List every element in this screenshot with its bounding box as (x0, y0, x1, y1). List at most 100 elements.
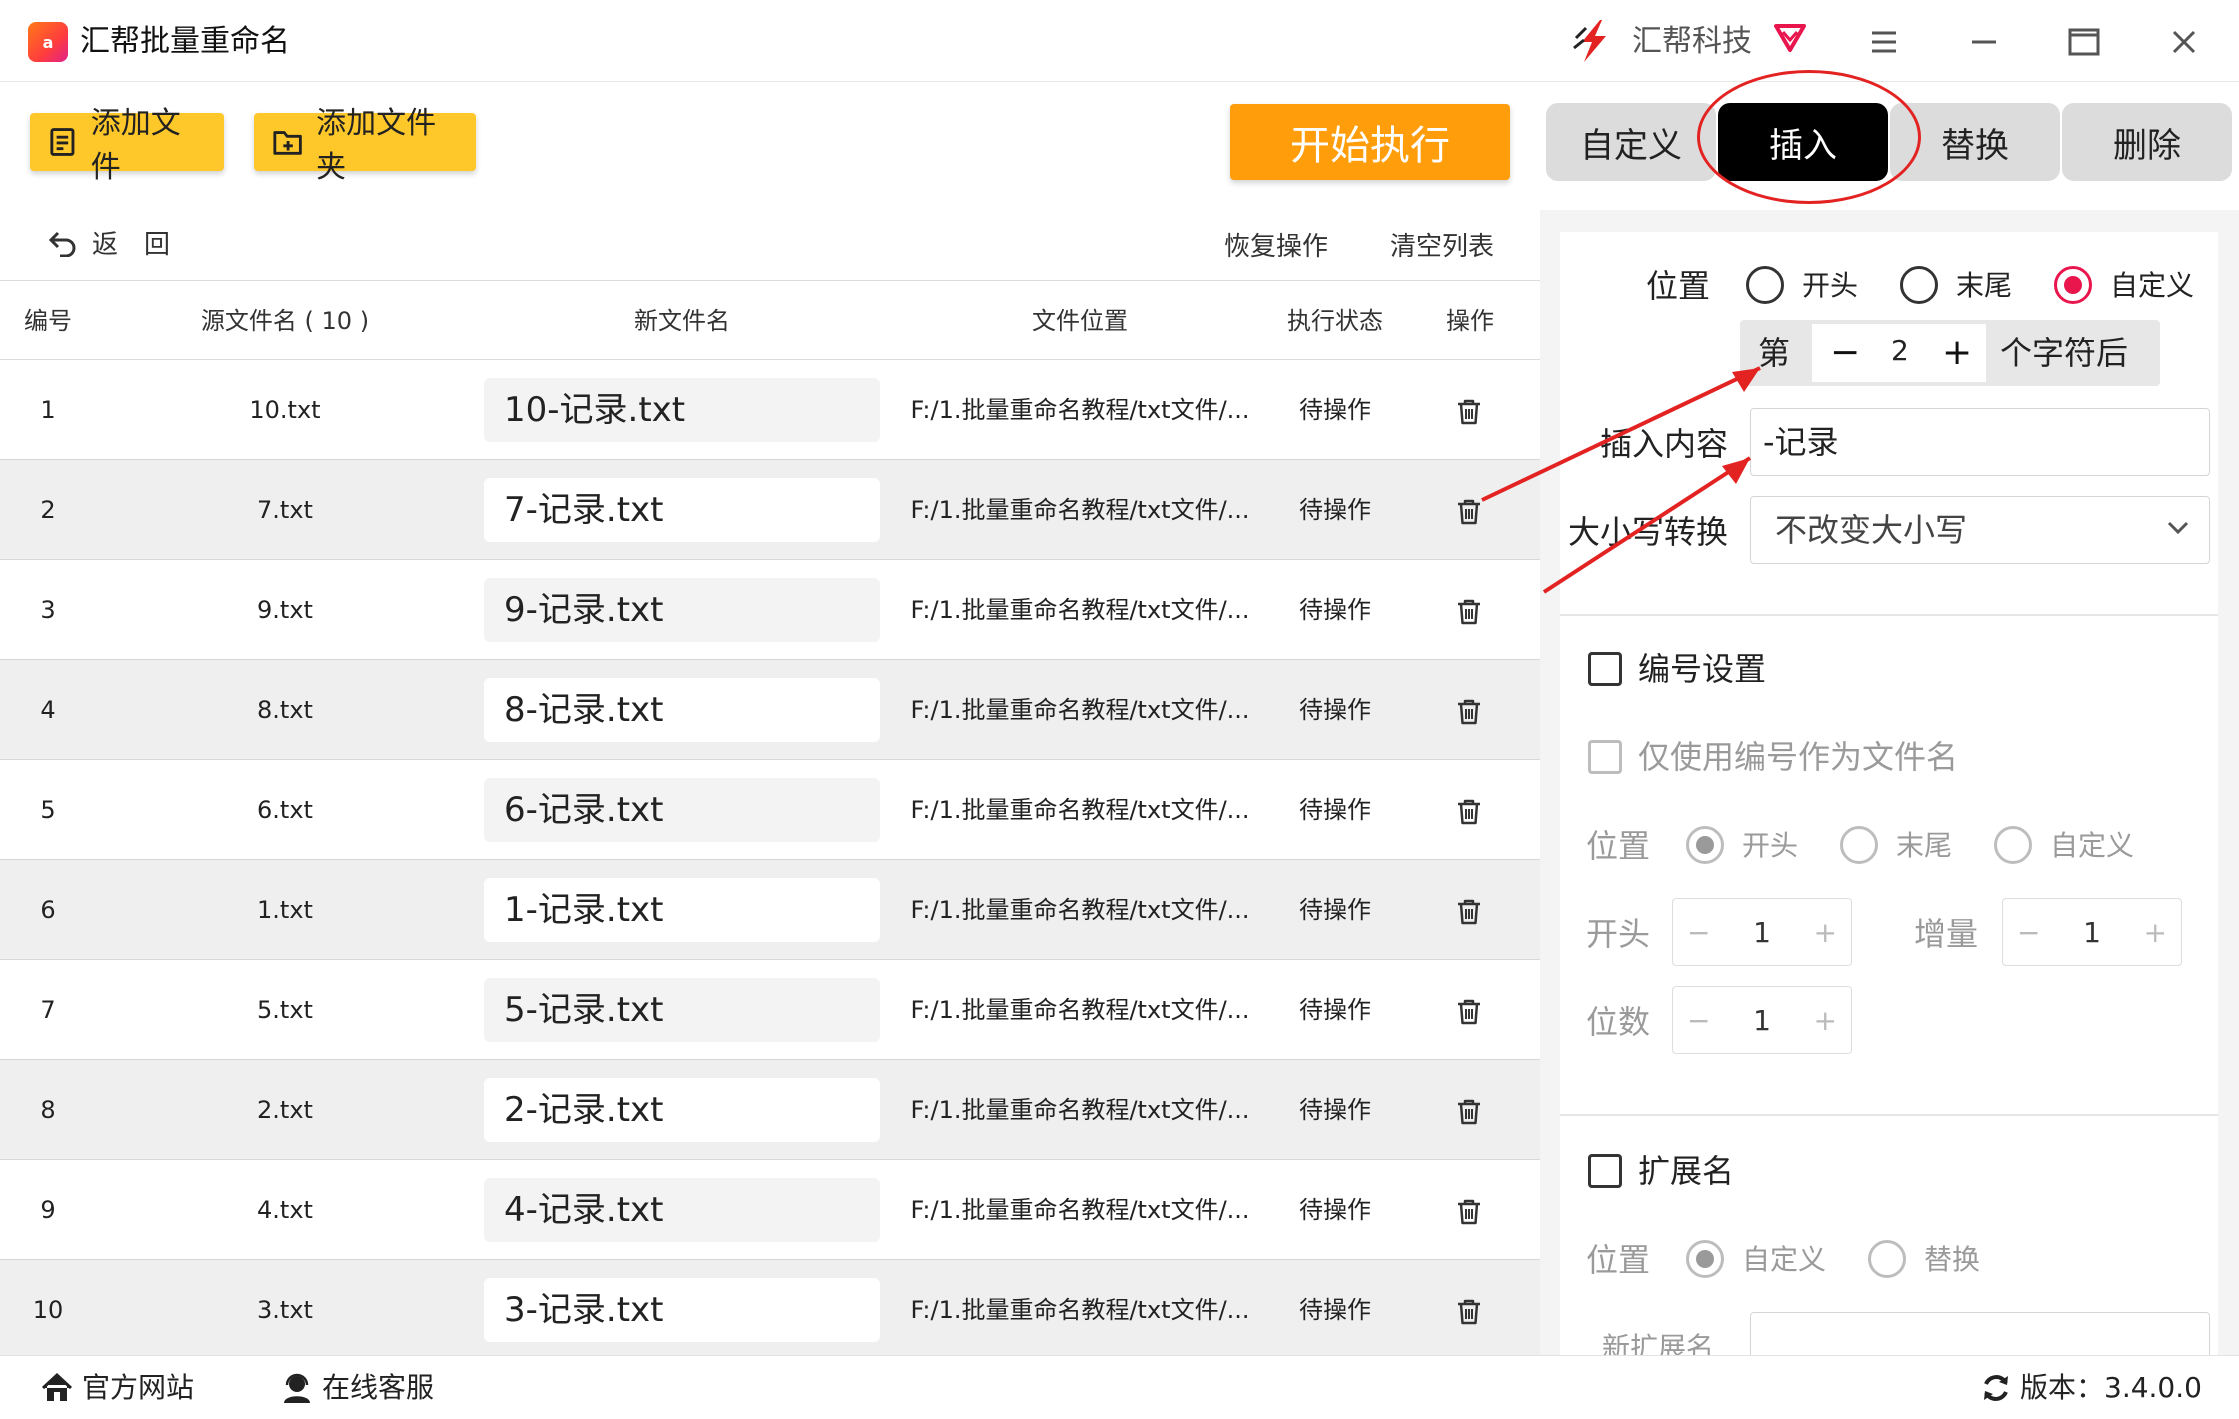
table-row[interactable]: 10 3.txt 3-记录.txt F:/1.批量重命名教程/txt文件/... 待操作 (0, 1260, 1540, 1360)
brand-name: 汇帮科技 (1632, 24, 1752, 59)
tab-delete[interactable]: 删除 (2062, 103, 2232, 181)
numbering-start-stepper[interactable]: − 1 + (1672, 898, 1852, 966)
online-support-link[interactable]: 在线客服 (280, 1368, 434, 1408)
row-new-name[interactable]: 4-记录.txt (484, 1178, 880, 1242)
insert-pos-start-label: 开头 (1802, 269, 1859, 302)
numbering-start-label: 开头 (1586, 915, 1651, 953)
plus-icon[interactable]: + (1814, 1004, 1837, 1037)
trash-icon[interactable] (1455, 1198, 1483, 1226)
trash-icon[interactable] (1455, 1098, 1483, 1126)
table-row[interactable]: 9 4.txt 4-记录.txt F:/1.批量重命名教程/txt文件/... 待操作 (0, 1160, 1540, 1260)
numbering-checkbox[interactable] (1588, 652, 1622, 686)
numbering-digits-stepper[interactable]: − 1 + (1672, 986, 1852, 1054)
row-new-name[interactable]: 8-记录.txt (484, 678, 880, 742)
minus-icon[interactable]: − (1687, 916, 1710, 949)
insert-pos-custom-radio[interactable] (2054, 266, 2092, 304)
case-convert-select[interactable]: 不改变大小写 (1750, 496, 2210, 564)
trash-icon[interactable] (1455, 1298, 1483, 1326)
header-index: 编号 (24, 307, 72, 335)
table-row[interactable]: 3 9.txt 9-记录.txt F:/1.批量重命名教程/txt文件/... 待操作 (0, 560, 1540, 660)
tab-insert[interactable]: 插入 (1718, 103, 1888, 181)
row-new-name[interactable]: 1-记录.txt (484, 878, 880, 942)
row-index: 1 (40, 396, 56, 424)
case-convert-value: 不改变大小写 (1775, 511, 1968, 549)
char-position-decrement[interactable]: − (1830, 331, 1860, 375)
home-icon (41, 1372, 73, 1401)
extension-pos-replace-label: 替换 (1924, 1243, 1981, 1276)
row-new-name[interactable]: 6-记录.txt (484, 778, 880, 842)
only-number-checkbox[interactable] (1588, 740, 1622, 774)
maximize-icon[interactable] (2062, 20, 2106, 64)
trash-icon[interactable] (1455, 998, 1483, 1026)
add-folder-button[interactable]: 添加文件夹 (254, 106, 476, 185)
plus-icon[interactable]: + (2144, 916, 2167, 949)
table-row[interactable]: 5 6.txt 6-记录.txt F:/1.批量重命名教程/txt文件/... 待操作 (0, 760, 1540, 860)
app-logo-icon: a (28, 22, 68, 62)
numbering-pos-end-radio[interactable] (1840, 826, 1878, 864)
version-label: 版本：3.4.0.0 (2020, 1371, 2202, 1404)
start-button[interactable]: 开始执行 (1230, 104, 1510, 180)
minimize-icon[interactable] (1962, 20, 2006, 64)
menu-icon[interactable] (1862, 20, 1906, 64)
minus-icon[interactable]: − (2017, 916, 2040, 949)
row-new-name[interactable]: 2-记录.txt (484, 1078, 880, 1142)
row-location: F:/1.批量重命名教程/txt文件/... (910, 496, 1250, 524)
row-new-name[interactable]: 3-记录.txt (484, 1278, 880, 1342)
row-index: 6 (40, 896, 56, 924)
refresh-icon (1984, 1375, 2008, 1401)
extension-pos-custom-radio[interactable] (1686, 1240, 1724, 1278)
add-file-button[interactable]: 添加文件 (30, 106, 224, 185)
numbering-increment-stepper[interactable]: − 1 + (2002, 898, 2182, 966)
numbering-pos-custom-radio[interactable] (1994, 826, 2032, 864)
table-row[interactable]: 7 5.txt 5-记录.txt F:/1.批量重命名教程/txt文件/... 待操作 (0, 960, 1540, 1060)
row-index: 7 (40, 996, 56, 1024)
table-row[interactable]: 6 1.txt 1-记录.txt F:/1.批量重命名教程/txt文件/... 待操作 (0, 860, 1540, 960)
close-icon[interactable] (2162, 20, 2206, 64)
row-new-name[interactable]: 7-记录.txt (484, 478, 880, 542)
numbering-pos-start-radio[interactable] (1686, 826, 1724, 864)
row-source-name: 1.txt (257, 896, 313, 924)
extension-checkbox[interactable] (1588, 1154, 1622, 1188)
new-extension-input[interactable] (1750, 1312, 2210, 1355)
numbering-digits-value: 1 (1753, 1003, 1771, 1037)
table-row[interactable]: 8 2.txt 2-记录.txt F:/1.批量重命名教程/txt文件/... 待操作 (0, 1060, 1540, 1160)
support-agent-icon (284, 1373, 310, 1403)
numbering-increment-value: 1 (2083, 915, 2101, 949)
new-extension-label: 新扩展名 (1602, 1331, 1715, 1355)
insert-content-input[interactable]: -记录 (1750, 408, 2210, 476)
char-position-increment[interactable]: + (1942, 331, 1972, 375)
numbering-start-value: 1 (1753, 915, 1771, 949)
back-button[interactable]: 返 回 (48, 224, 170, 261)
minus-icon[interactable]: − (1687, 1004, 1710, 1037)
extension-title: 扩展名 (1638, 1152, 1735, 1190)
restore-button[interactable]: 恢复操作 (1224, 226, 1328, 263)
official-website-link[interactable]: 官方网站 (40, 1368, 194, 1408)
vip-diamond-icon[interactable] (1770, 16, 1810, 56)
tab-custom[interactable]: 自定义 (1546, 103, 1716, 181)
row-index: 5 (40, 796, 56, 824)
row-new-name[interactable]: 9-记录.txt (484, 578, 880, 642)
table-row[interactable]: 2 7.txt 7-记录.txt F:/1.批量重命名教程/txt文件/... 待操作 (0, 460, 1540, 560)
clear-list-button[interactable]: 清空列表 (1390, 226, 1494, 263)
version-info[interactable]: 版本：3.4.0.0 (1980, 1368, 2202, 1408)
trash-icon[interactable] (1455, 698, 1483, 726)
insert-pos-end-radio[interactable] (1900, 266, 1938, 304)
insert-pos-start-radio[interactable] (1746, 266, 1784, 304)
extension-pos-replace-radio[interactable] (1868, 1240, 1906, 1278)
row-status: 待操作 (1299, 1096, 1371, 1124)
table-row[interactable]: 4 8.txt 8-记录.txt F:/1.批量重命名教程/txt文件/... 待操作 (0, 660, 1540, 760)
table-row[interactable]: 1 10.txt 10-记录.txt F:/1.批量重命名教程/txt文件/... 待操… (0, 360, 1540, 460)
row-source-name: 2.txt (257, 1096, 313, 1124)
row-index: 10 (32, 1296, 64, 1324)
row-location: F:/1.批量重命名教程/txt文件/... (910, 396, 1250, 424)
row-status: 待操作 (1299, 596, 1371, 624)
numbering-pos-custom-label: 自定义 (2050, 829, 2135, 862)
trash-icon[interactable] (1455, 798, 1483, 826)
plus-icon[interactable]: + (1814, 916, 1837, 949)
tab-replace[interactable]: 替换 (1890, 103, 2060, 181)
row-new-name[interactable]: 5-记录.txt (484, 978, 880, 1042)
trash-icon[interactable] (1455, 898, 1483, 926)
app-title: 汇帮批量重命名 (80, 24, 290, 59)
row-new-name[interactable]: 10-记录.txt (484, 378, 880, 442)
char-position-value[interactable]: 2 (1891, 329, 1909, 373)
